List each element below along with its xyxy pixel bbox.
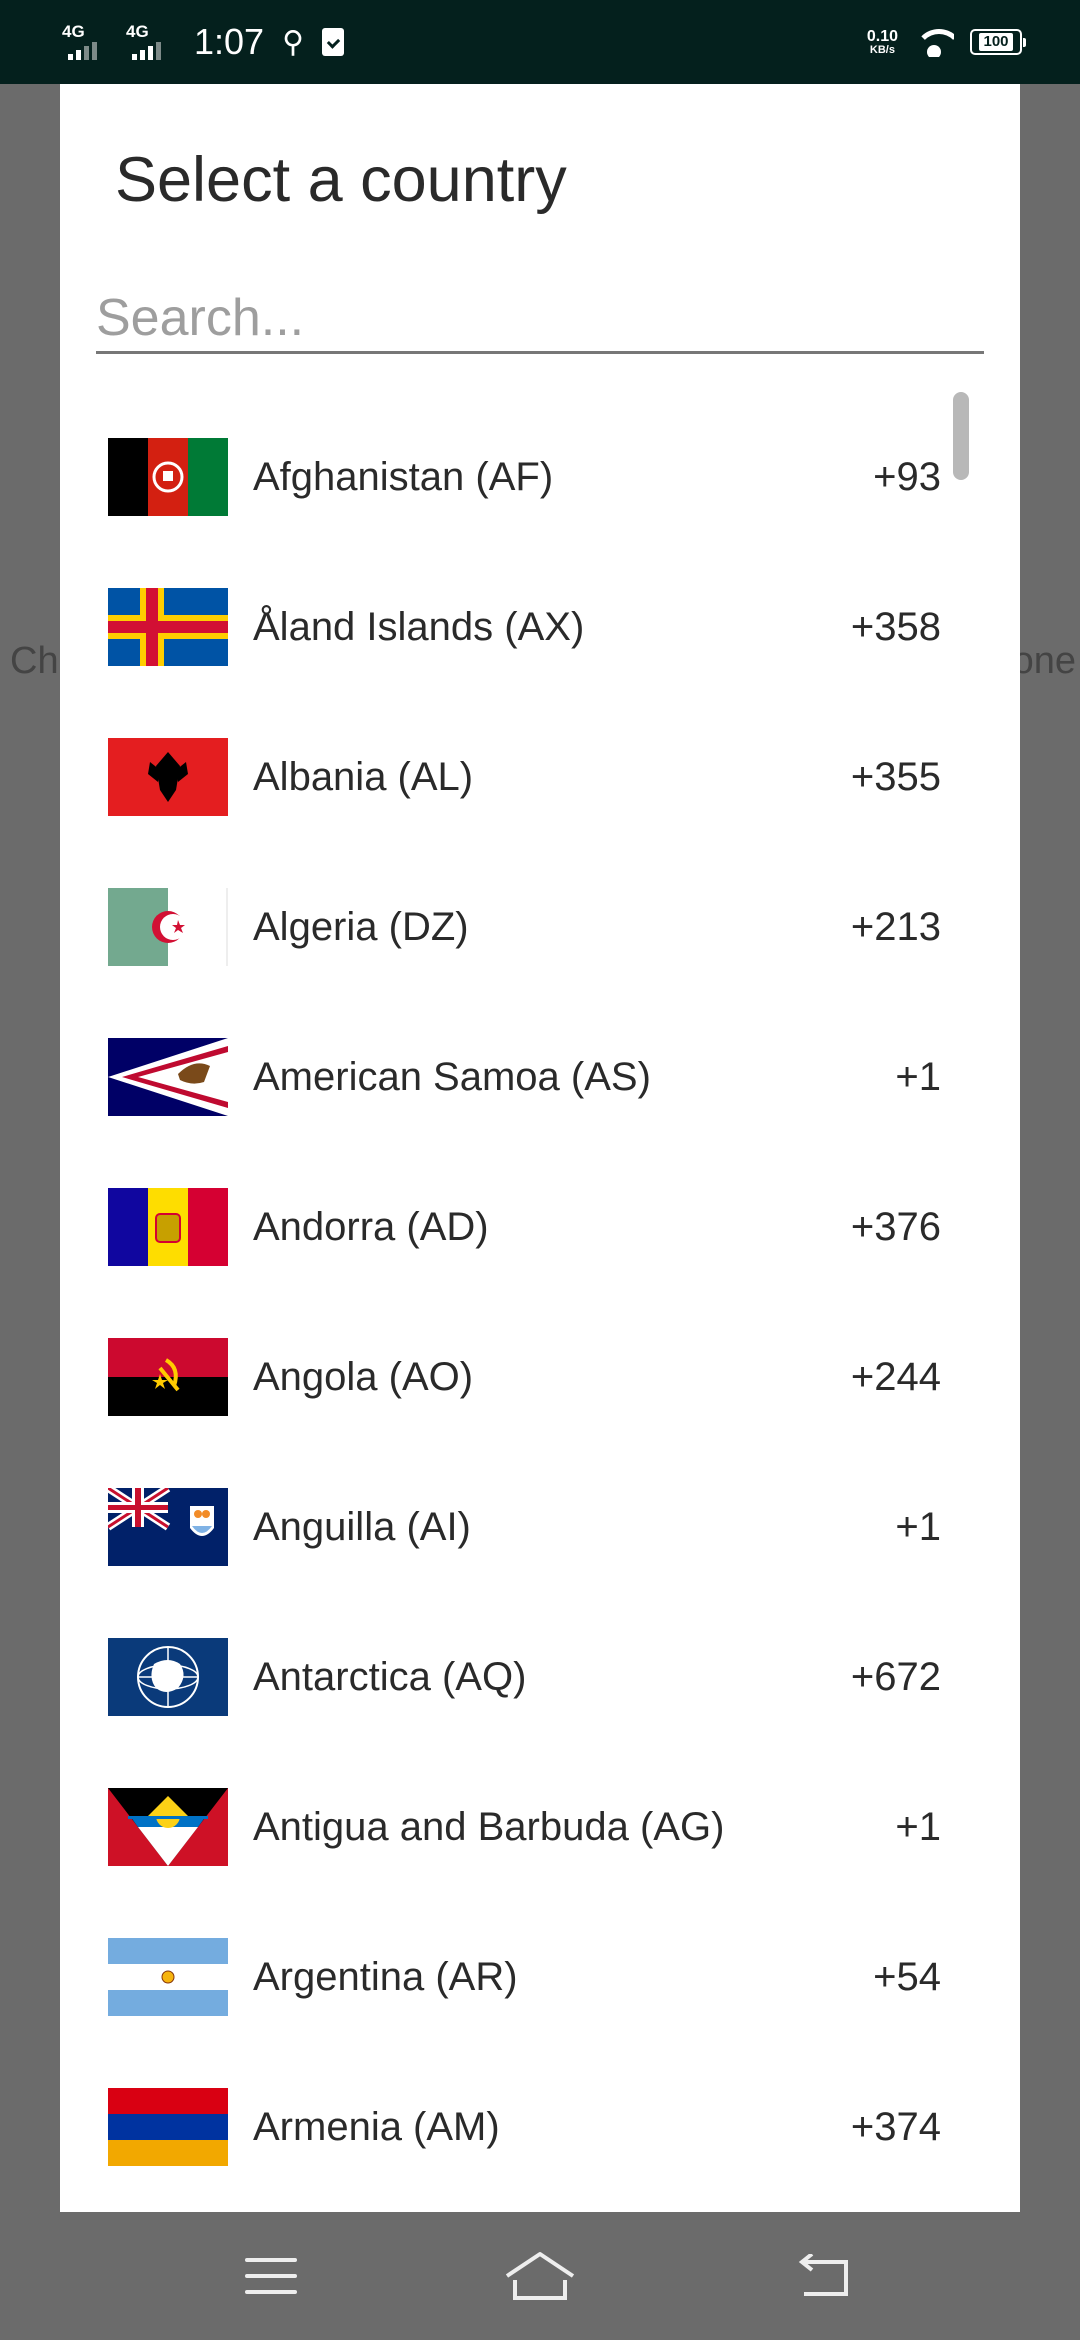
country-row[interactable]: Antarctica (AQ) +672 bbox=[60, 1602, 1020, 1752]
battery-level: 100 bbox=[979, 33, 1013, 51]
as-flag-icon bbox=[108, 1038, 228, 1116]
background-text-left: Ch bbox=[10, 640, 59, 682]
background-text-right: one bbox=[1012, 640, 1076, 682]
country-row[interactable]: Angola (AO) +244 bbox=[60, 1302, 1020, 1452]
dial-code: +376 bbox=[850, 1204, 941, 1249]
country-picker-dialog: Select a country Afghanistan (AF) +93 Ålan… bbox=[60, 84, 1020, 2212]
country-row[interactable]: Armenia (AM) +374 bbox=[60, 2052, 1020, 2202]
sim1-network-type: 4G bbox=[62, 22, 85, 41]
usb-icon: ⚲ bbox=[282, 25, 305, 59]
dial-code: +355 bbox=[850, 754, 941, 799]
dial-code: +374 bbox=[850, 2104, 941, 2149]
ag-flag-icon bbox=[108, 1788, 228, 1866]
country-name: Albania (AL) bbox=[253, 754, 474, 799]
ai-flag-icon bbox=[108, 1488, 228, 1566]
country-row[interactable]: Afghanistan (AF) +93 bbox=[60, 402, 1020, 552]
dz-flag-icon bbox=[108, 888, 228, 966]
dial-code: +358 bbox=[850, 604, 941, 649]
country-row[interactable]: Albania (AL) +355 bbox=[60, 702, 1020, 852]
country-name: Anguilla (AI) bbox=[253, 1504, 471, 1549]
clock: 1:07 bbox=[194, 21, 265, 62]
country-name: Afghanistan (AF) bbox=[253, 454, 554, 499]
search-input[interactable] bbox=[96, 284, 984, 354]
dialog-title: Select a country bbox=[115, 145, 567, 215]
dial-code: +1 bbox=[895, 1504, 941, 1549]
aq-flag-icon bbox=[108, 1638, 228, 1716]
sim1-signal-icon: 4G bbox=[62, 22, 108, 62]
country-row[interactable]: Antigua and Barbuda (AG) +1 bbox=[60, 1752, 1020, 1902]
home-button[interactable] bbox=[500, 2236, 580, 2316]
am-flag-icon bbox=[108, 2088, 228, 2166]
dial-code: +1 bbox=[895, 1054, 941, 1099]
dial-code: +1 bbox=[895, 1804, 941, 1849]
al-flag-icon bbox=[108, 738, 228, 816]
country-row[interactable]: Algeria (DZ) +213 bbox=[60, 852, 1020, 1002]
country-name: Åland Islands (AX) bbox=[253, 604, 585, 649]
status-bar: 4G 4G 1:07 ⚲ 0.10 KB/s 100 bbox=[0, 0, 1080, 84]
dial-code: +54 bbox=[873, 1954, 941, 1999]
back-icon bbox=[798, 2254, 848, 2296]
battery-icon: 100 bbox=[970, 29, 1026, 55]
dial-code: +213 bbox=[850, 904, 941, 949]
ar-flag-icon bbox=[108, 1938, 228, 2016]
country-row[interactable]: Anguilla (AI) +1 bbox=[60, 1452, 1020, 1602]
ax-flag-icon bbox=[108, 588, 228, 666]
dial-code: +672 bbox=[850, 1654, 941, 1699]
country-name: Armenia (AM) bbox=[253, 2104, 500, 2149]
menu-icon bbox=[245, 2258, 297, 2294]
country-name: Antarctica (AQ) bbox=[253, 1654, 527, 1699]
menu-button[interactable] bbox=[231, 2236, 311, 2316]
network-speed: 0.10 KB/s bbox=[866, 27, 898, 56]
country-row[interactable]: Åland Islands (AX) +358 bbox=[60, 552, 1020, 702]
country-row[interactable]: Andorra (AD) +376 bbox=[60, 1152, 1020, 1302]
dial-code: +244 bbox=[850, 1354, 941, 1399]
sim2-network-type: 4G bbox=[126, 22, 149, 41]
clipboard-check-icon bbox=[322, 28, 345, 56]
home-icon bbox=[505, 2252, 575, 2300]
back-button[interactable] bbox=[784, 2236, 864, 2316]
scrollbar[interactable] bbox=[953, 392, 969, 480]
ao-flag-icon bbox=[108, 1338, 228, 1416]
af-flag-icon bbox=[108, 438, 228, 516]
ad-flag-icon bbox=[108, 1188, 228, 1266]
country-name: Argentina (AR) bbox=[253, 1954, 518, 1999]
country-row[interactable]: American Samoa (AS) +1 bbox=[60, 1002, 1020, 1152]
sim2-signal-icon: 4G bbox=[126, 22, 172, 62]
wifi-icon bbox=[914, 27, 954, 57]
country-name: American Samoa (AS) bbox=[253, 1054, 651, 1099]
country-name: Andorra (AD) bbox=[253, 1204, 489, 1249]
country-name: Algeria (DZ) bbox=[253, 904, 469, 949]
navigation-bar bbox=[0, 2212, 1080, 2340]
country-list: Afghanistan (AF) +93 Åland Islands (AX) +35… bbox=[60, 402, 1020, 2202]
country-name: Angola (AO) bbox=[253, 1354, 474, 1399]
dial-code: +93 bbox=[873, 454, 941, 499]
country-name: Antigua and Barbuda (AG) bbox=[253, 1804, 725, 1849]
country-row[interactable]: Argentina (AR) +54 bbox=[60, 1902, 1020, 2052]
